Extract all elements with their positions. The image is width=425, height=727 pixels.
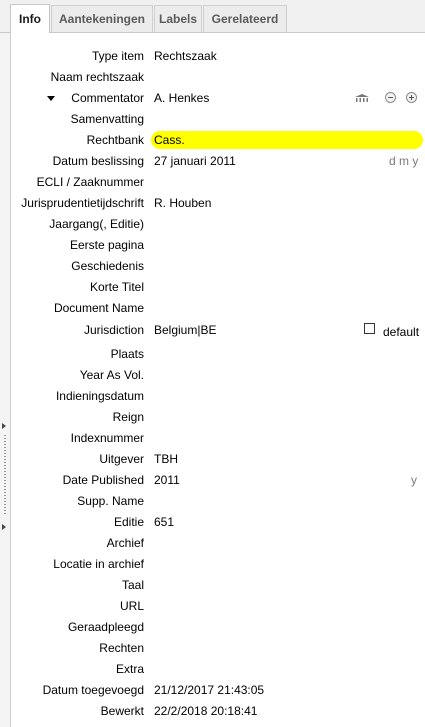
tab-label: Info — [19, 12, 41, 26]
tab-labels[interactable]: Labels — [154, 5, 202, 32]
field-label: Date Published — [62, 473, 144, 487]
publisher-field[interactable]: TBH — [154, 450, 178, 468]
field-archive-location: Locatie in archief — [0, 555, 425, 573]
field-label: Datum beslissing — [52, 154, 144, 168]
tab-label: Aantekeningen — [58, 12, 145, 26]
tab-label: Labels — [158, 12, 197, 26]
field-date-published: Date Published 2011 y — [0, 471, 425, 489]
field-place: Plaats — [0, 345, 425, 363]
collapse-creators-icon[interactable] — [47, 96, 55, 101]
field-volume: Jaargang(, Editie) — [0, 215, 425, 233]
field-commentator: Commentator A. Henkes — [0, 89, 425, 107]
field-reporter: Jurisprudentietijdschrift R. Houben — [0, 194, 425, 212]
creator-type-label[interactable]: Commentator — [71, 89, 144, 107]
field-label: Year As Vol. — [79, 368, 144, 382]
field-label: Naam rechtszaak — [50, 70, 144, 84]
field-modified: Bewerkt 22/2/2018 20:18:41 — [0, 702, 425, 720]
court-field[interactable]: Cass. — [154, 131, 185, 149]
field-jurisdiction: Jurisdiction Belgium|BE default — [0, 321, 425, 339]
default-checkbox[interactable] — [364, 323, 375, 334]
field-index-number: Indexnummer — [0, 429, 425, 447]
field-url: URL — [0, 597, 425, 615]
reporter-field[interactable]: R. Houben — [154, 194, 211, 212]
date-published-field[interactable]: 2011 — [154, 471, 180, 489]
add-creator-icon[interactable] — [406, 92, 417, 103]
field-label: Rechtbank — [86, 133, 144, 147]
default-checkbox-label[interactable]: default — [383, 323, 419, 341]
field-label: Uitgever — [99, 452, 144, 466]
field-label: Jurisprudentietijdschrift — [21, 196, 144, 210]
field-label: Document Name — [53, 301, 144, 315]
field-language: Taal — [0, 576, 425, 594]
field-label: Samenvatting — [70, 112, 144, 126]
field-label: Jurisdiction — [83, 323, 144, 337]
field-label: Datum toegevoegd — [42, 683, 144, 697]
date-added-value: 21/12/2017 21:43:05 — [154, 683, 265, 697]
field-label: Locatie in archief — [53, 557, 144, 571]
field-label: Archief — [106, 536, 144, 550]
field-rights: Rechten — [0, 639, 425, 657]
tab-label: Gerelateerd — [211, 12, 279, 26]
field-label: Extra — [115, 662, 144, 676]
field-label: Geraadpleegd — [67, 620, 144, 634]
date-format-hint: d m y — [389, 154, 419, 168]
date-decided-field[interactable]: 27 januari 2011 — [154, 152, 236, 170]
field-label: Eerste pagina — [69, 238, 144, 252]
field-extra: Extra — [0, 660, 425, 678]
tab-gerelateerd[interactable]: Gerelateerd — [203, 5, 287, 32]
commentator-name-field[interactable]: A. Henkes — [154, 89, 209, 107]
field-supp-name: Supp. Name — [0, 492, 425, 510]
field-case-name: Naam rechtszaak — [0, 68, 425, 86]
field-document-name: Document Name — [0, 299, 425, 317]
item-type-select[interactable]: Rechtszaak — [154, 47, 217, 65]
field-label: Supp. Name — [77, 494, 144, 508]
field-label: Plaats — [110, 347, 144, 361]
field-first-page: Eerste pagina — [0, 236, 425, 254]
modified-value: 22/2/2018 20:18:41 — [154, 704, 258, 718]
field-label: Jaargang(, Editie) — [49, 217, 144, 231]
field-label: Korte Titel — [89, 280, 144, 294]
field-history: Geschiedenis — [0, 257, 425, 275]
field-abstract: Samenvatting — [0, 110, 425, 128]
field-publisher: Uitgever TBH — [0, 450, 425, 468]
remove-creator-icon[interactable] — [385, 92, 396, 103]
field-ecli: ECLI / Zaaknummer — [0, 173, 425, 191]
field-label: Rechten — [99, 641, 144, 655]
field-label: Type item — [91, 49, 144, 63]
field-court: Rechtbank Cass. — [0, 131, 425, 149]
field-archive: Archief — [0, 534, 425, 552]
field-label: Indieningsdatum — [55, 389, 144, 403]
field-label: URL — [119, 599, 144, 613]
field-year-as-vol: Year As Vol. — [0, 366, 425, 384]
field-reign: Reign — [0, 408, 425, 426]
field-edition: Editie 651 — [0, 513, 425, 531]
field-label: Taal — [121, 578, 144, 592]
tab-aantekeningen[interactable]: Aantekeningen — [51, 5, 153, 32]
tab-bar: Info Aantekeningen Labels Gerelateerd — [0, 0, 425, 33]
field-label: ECLI / Zaaknummer — [36, 175, 144, 189]
field-label: Editie — [113, 515, 144, 529]
field-accessed: Geraadpleegd — [0, 618, 425, 636]
field-label: Reign — [112, 410, 144, 424]
field-label: Indexnummer — [70, 431, 144, 445]
tab-info[interactable]: Info — [10, 4, 50, 33]
edition-field[interactable]: 651 — [154, 513, 174, 531]
field-item-type: Type item Rechtszaak — [0, 47, 425, 65]
field-filing-date: Indieningsdatum — [0, 387, 425, 405]
jurisdiction-field[interactable]: Belgium|BE — [154, 321, 216, 339]
switch-name-mode-icon[interactable] — [354, 93, 370, 103]
field-label: Geschiedenis — [71, 259, 144, 273]
field-label: Bewerkt — [100, 704, 144, 718]
date-format-hint: y — [411, 473, 417, 487]
field-date-added: Datum toegevoegd 21/12/2017 21:43:05 — [0, 681, 425, 699]
field-date-decided: Datum beslissing 27 januari 2011 d m y — [0, 152, 425, 170]
field-short-title: Korte Titel — [0, 278, 425, 296]
